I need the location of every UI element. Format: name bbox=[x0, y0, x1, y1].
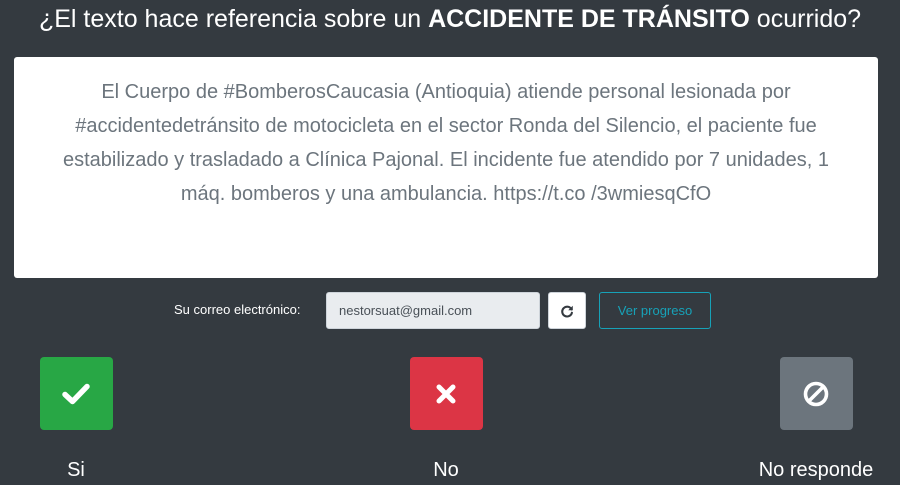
refresh-icon bbox=[561, 305, 573, 317]
refresh-button[interactable] bbox=[548, 292, 586, 329]
check-icon bbox=[62, 383, 90, 404]
times-icon bbox=[436, 384, 456, 403]
no-label: No bbox=[433, 459, 459, 481]
no-response-label: No responde bbox=[758, 459, 874, 481]
answer-yes: Si bbox=[0, 357, 176, 482]
answer-no-response: No responde bbox=[716, 357, 900, 482]
tweet-text: El Cuerpo de #BomberosCaucasia (Antioqui… bbox=[62, 81, 830, 205]
yes-button[interactable] bbox=[39, 357, 113, 430]
answer-no: No bbox=[346, 357, 546, 482]
ban-icon bbox=[803, 381, 829, 406]
email-row: Su correo electrónico: Ver progreso bbox=[0, 292, 900, 329]
email-label: Su correo electrónico: bbox=[174, 302, 301, 317]
no-button[interactable] bbox=[409, 357, 483, 430]
email-input[interactable] bbox=[326, 292, 540, 329]
view-progress-button[interactable]: Ver progreso bbox=[599, 292, 711, 329]
question-heading: ¿El texto hace referencia sobre un ACCID… bbox=[0, 4, 900, 34]
question-prefix: ¿El texto hace referencia sobre un bbox=[38, 5, 429, 33]
question-emphasis: ACCIDENTE DE TRÁNSITO bbox=[428, 5, 750, 33]
question-suffix: ocurrido? bbox=[749, 5, 862, 33]
yes-label: Si bbox=[67, 459, 85, 481]
no-response-button[interactable] bbox=[779, 357, 853, 430]
tweet-card: El Cuerpo de #BomberosCaucasia (Antioqui… bbox=[14, 57, 878, 278]
